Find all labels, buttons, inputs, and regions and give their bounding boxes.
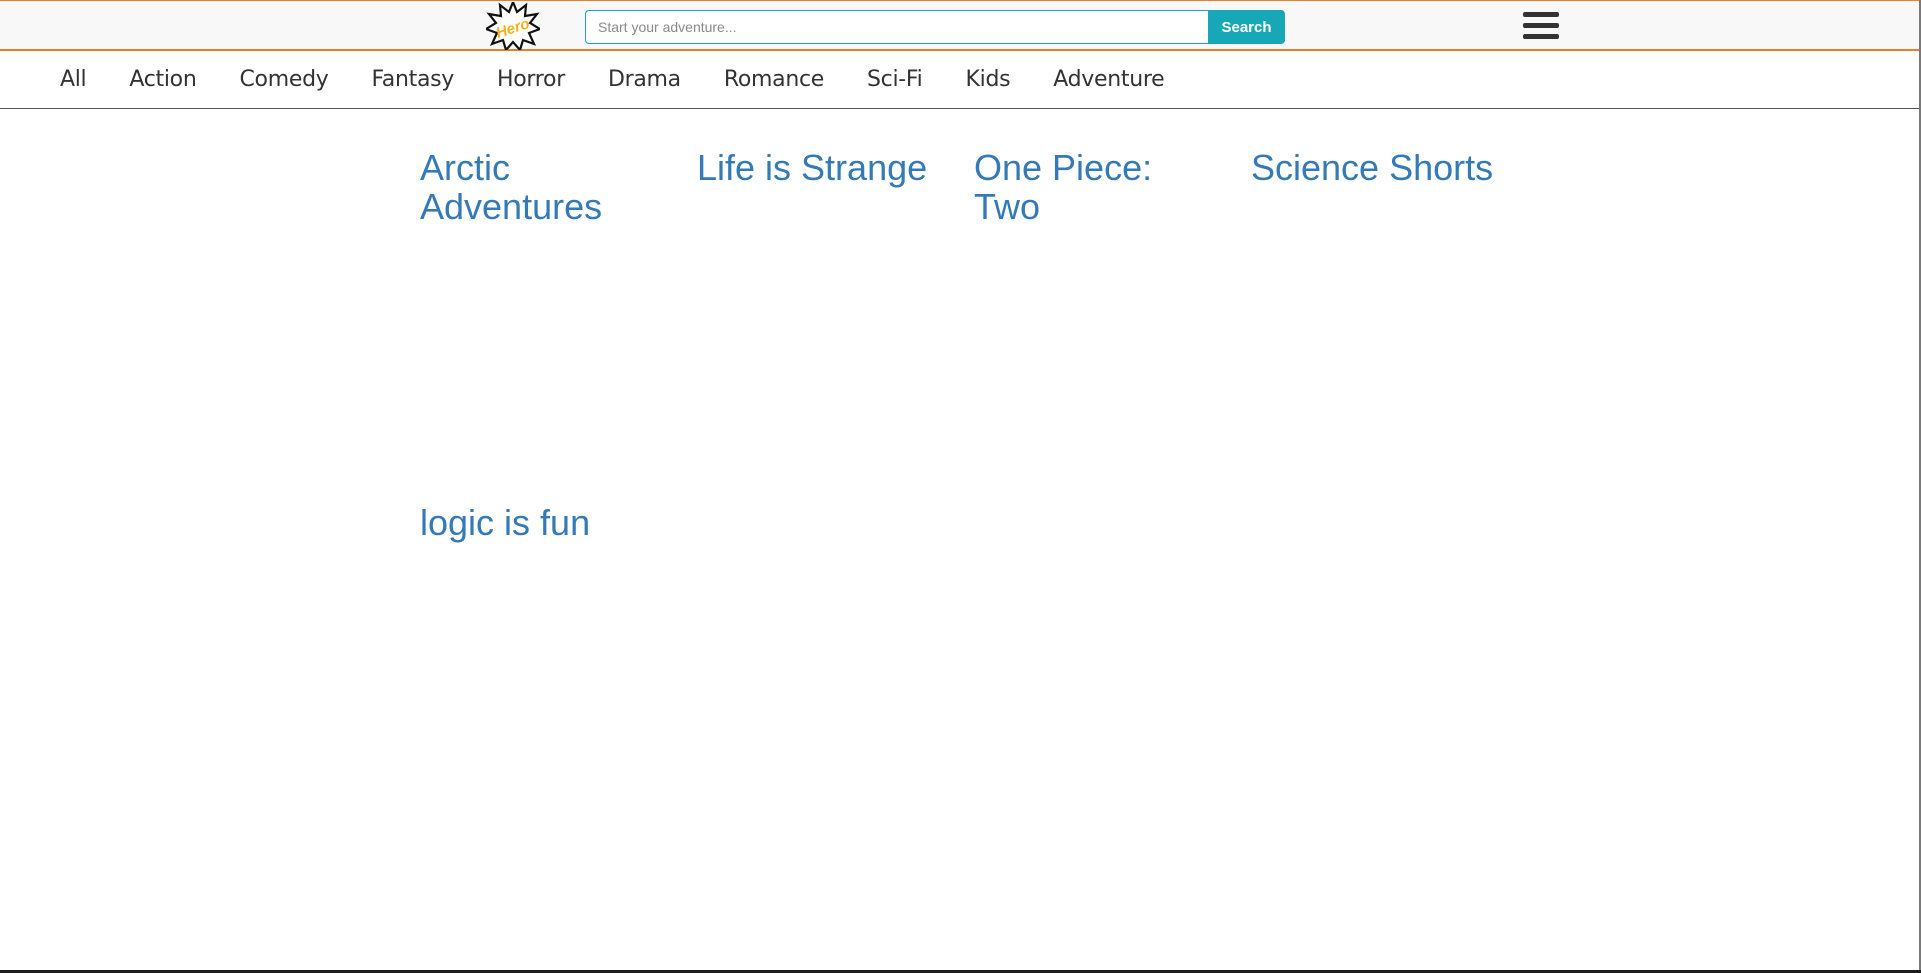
category-action[interactable]: Action <box>129 67 196 92</box>
menu-bar <box>1523 12 1559 17</box>
search-button[interactable]: Search <box>1208 10 1285 44</box>
page: Hero Search All Action Comedy Fantasy Ho… <box>0 0 1921 973</box>
story-title-link[interactable]: One Piece: Two <box>974 148 1224 226</box>
hero-logo-burst-icon: Hero <box>486 2 540 50</box>
story-card: Life is Strange <box>697 148 974 503</box>
search-input[interactable] <box>585 10 1208 44</box>
hero-logo[interactable]: Hero <box>486 2 540 50</box>
category-sci-fi[interactable]: Sci-Fi <box>867 67 923 92</box>
category-kids[interactable]: Kids <box>966 67 1011 92</box>
story-card: Science Shorts <box>1251 148 1528 503</box>
story-card: logic is fun <box>420 503 697 858</box>
menu-bar <box>1523 34 1559 39</box>
category-adventure[interactable]: Adventure <box>1053 67 1164 92</box>
story-title-link[interactable]: Science Shorts <box>1251 148 1521 187</box>
story-title-link[interactable]: Life is Strange <box>697 148 967 187</box>
story-card: One Piece: Two <box>974 148 1251 503</box>
category-horror[interactable]: Horror <box>497 67 565 92</box>
story-card: Arctic Adventures <box>420 148 697 503</box>
search-bar: Search <box>585 10 1285 44</box>
story-title-link[interactable]: logic is fun <box>420 503 670 542</box>
story-grid: Arctic Adventures Life is Strange One Pi… <box>420 148 1540 858</box>
hamburger-menu-icon[interactable] <box>1523 12 1559 42</box>
category-comedy[interactable]: Comedy <box>239 67 328 92</box>
story-title-link[interactable]: Arctic Adventures <box>420 148 670 226</box>
category-romance[interactable]: Romance <box>724 67 824 92</box>
category-fantasy[interactable]: Fantasy <box>371 67 454 92</box>
top-header: Hero Search <box>0 0 1921 51</box>
category-all[interactable]: All <box>60 67 87 92</box>
category-drama[interactable]: Drama <box>608 67 681 92</box>
category-nav: All Action Comedy Fantasy Horror Drama R… <box>0 51 1921 109</box>
menu-bar <box>1523 23 1559 28</box>
